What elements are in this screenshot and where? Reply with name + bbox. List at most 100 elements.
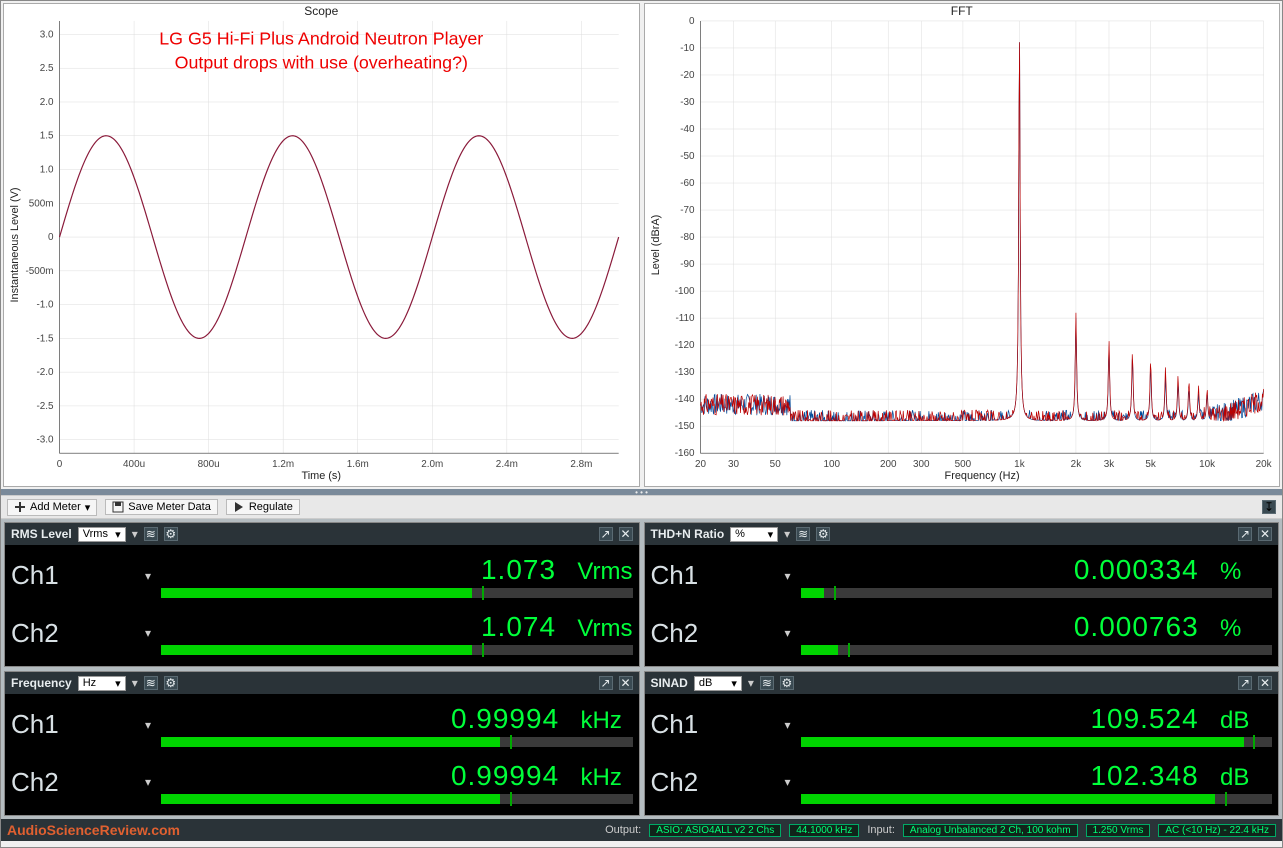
meter-header: RMS Level Vrms ▾ ▾ ≋ ⚙ ↗ ✕: [5, 523, 639, 545]
input-coupling[interactable]: AC (<10 Hz) - 22.4 kHz: [1158, 824, 1276, 837]
svg-text:-1.0: -1.0: [36, 300, 54, 311]
meter-body: Ch1▾ 109.524 dB Ch2▾ 102.348: [645, 694, 1279, 815]
channel-label[interactable]: Ch2▾: [651, 767, 801, 798]
readout-unit: kHz: [563, 707, 633, 735]
popout-icon[interactable]: ↗: [599, 527, 613, 541]
meters-grid: RMS Level Vrms ▾ ▾ ≋ ⚙ ↗ ✕ Ch1▾ 1.073 Vr…: [1, 519, 1282, 819]
scope-pane[interactable]: Scope -3.0-2.5-2.0-1.5-1.0-500m0500m1.01…: [3, 3, 640, 487]
input-device[interactable]: Analog Unbalanced 2 Ch, 100 kohm: [903, 824, 1078, 837]
gear-icon[interactable]: ⚙: [780, 676, 794, 690]
meter-bar: [161, 794, 633, 804]
gear-icon[interactable]: ⚙: [816, 527, 830, 541]
popout-icon[interactable]: ↗: [1238, 676, 1252, 690]
close-icon[interactable]: ✕: [1258, 527, 1272, 541]
input-level[interactable]: 1.250 Vrms: [1086, 824, 1151, 837]
scope-chart: -3.0-2.5-2.0-1.5-1.0-500m0500m1.01.52.02…: [4, 4, 639, 486]
save-meter-button[interactable]: Save Meter Data: [105, 499, 218, 515]
chevron-down-icon: ▾: [85, 501, 91, 514]
close-icon[interactable]: ✕: [619, 676, 633, 690]
readout-value: 0.000334: [1074, 554, 1199, 585]
readout-value: 0.99994: [451, 760, 559, 791]
readout-unit: kHz: [563, 764, 633, 792]
input-label: Input:: [867, 824, 895, 836]
readout-value: 102.348: [1090, 760, 1198, 791]
chevron-down-icon: ▾: [145, 569, 151, 583]
readout: 1.074 Vrms: [161, 611, 633, 643]
unit-select[interactable]: dB ▾: [694, 676, 742, 691]
popout-icon[interactable]: ↗: [599, 676, 613, 690]
plus-icon: [14, 501, 26, 513]
svg-text:-130: -130: [674, 367, 694, 378]
app-root: Scope -3.0-2.5-2.0-1.5-1.0-500m0500m1.01…: [0, 0, 1283, 848]
readout-unit: Vrms: [559, 558, 632, 586]
channel-label[interactable]: Ch1▾: [11, 709, 161, 740]
channel-label[interactable]: Ch1▾: [11, 560, 161, 591]
unit-select[interactable]: Hz ▾: [78, 676, 126, 691]
filter-icon[interactable]: ≋: [760, 676, 774, 690]
regulate-label: Regulate: [249, 501, 293, 513]
status-bar: AudioScienceReview.com Output: ASIO: ASI…: [1, 819, 1282, 841]
meter-row-ch2: Ch2▾ 102.348 dB: [651, 755, 1273, 810]
output-rate[interactable]: 44.1000 kHz: [789, 824, 859, 837]
meter-body: Ch1▾ 0.000334 % Ch2▾ 0.000763: [645, 545, 1279, 666]
channel-label[interactable]: Ch1▾: [651, 709, 801, 740]
output-device[interactable]: ASIO: ASIO4ALL v2 2 Chs: [649, 824, 781, 837]
add-meter-button[interactable]: Add Meter ▾: [7, 499, 97, 516]
chevron-down-icon: ▾: [145, 626, 151, 640]
svg-text:0: 0: [57, 459, 63, 470]
readout-unit: %: [1202, 615, 1272, 643]
fft-chart: 0-10-20-30-40-50-60-70-80-90-100-110-120…: [645, 4, 1280, 486]
filter-icon[interactable]: ≋: [144, 676, 158, 690]
chevron-down-icon[interactable]: ▾: [784, 527, 790, 541]
svg-text:2.8m: 2.8m: [570, 459, 592, 470]
readout: 0.000334 %: [801, 554, 1273, 586]
unit-select[interactable]: % ▾: [730, 527, 778, 542]
readout-value: 1.074: [481, 611, 556, 642]
chevron-down-icon[interactable]: ▾: [748, 676, 754, 690]
readout: 0.99994 kHz: [161, 703, 633, 735]
meter-panel-sinad: SINAD dB ▾ ▾ ≋ ⚙ ↗ ✕ Ch1▾ 109.524 dB: [644, 671, 1280, 816]
readout: 102.348 dB: [801, 760, 1273, 792]
channel-label[interactable]: Ch2▾: [11, 618, 161, 649]
fft-pane[interactable]: FFT 0-10-20-30-40-50-60-70-80-90-100-110…: [644, 3, 1281, 487]
svg-text:-80: -80: [680, 232, 695, 243]
unit-select[interactable]: Vrms ▾: [78, 527, 126, 542]
readout-unit: dB: [1202, 764, 1272, 792]
channel-label[interactable]: Ch2▾: [651, 618, 801, 649]
meter-panel-freq: Frequency Hz ▾ ▾ ≋ ⚙ ↗ ✕ Ch1▾ 0.99994 kH…: [4, 671, 640, 816]
svg-text:2.0: 2.0: [40, 97, 54, 108]
svg-text:20: 20: [695, 459, 707, 470]
svg-text:-160: -160: [674, 448, 694, 459]
meter-bar: [801, 588, 1273, 598]
annotation-line2: Output drops with use (overheating?): [175, 53, 468, 73]
svg-text:500: 500: [954, 459, 971, 470]
svg-text:-40: -40: [680, 124, 695, 135]
channel-label[interactable]: Ch2▾: [11, 767, 161, 798]
gear-icon[interactable]: ⚙: [164, 527, 178, 541]
svg-text:2.5: 2.5: [40, 63, 54, 74]
chevron-down-icon: ▾: [145, 775, 151, 789]
svg-text:1k: 1k: [1014, 459, 1025, 470]
close-icon[interactable]: ✕: [1258, 676, 1272, 690]
svg-text:-60: -60: [680, 178, 695, 189]
svg-text:50: 50: [769, 459, 781, 470]
close-icon[interactable]: ✕: [619, 527, 633, 541]
gear-icon[interactable]: ⚙: [164, 676, 178, 690]
chevron-down-icon: ▾: [784, 718, 790, 732]
svg-text:5k: 5k: [1145, 459, 1156, 470]
filter-icon[interactable]: ≋: [796, 527, 810, 541]
svg-text:-500m: -500m: [25, 266, 53, 277]
dock-icon[interactable]: ↧: [1262, 500, 1276, 514]
save-icon: [112, 501, 124, 513]
chevron-down-icon: ▾: [784, 569, 790, 583]
meter-row-ch2: Ch2▾ 0.000763 %: [651, 606, 1273, 661]
svg-text:20k: 20k: [1255, 459, 1271, 470]
channel-label[interactable]: Ch1▾: [651, 560, 801, 591]
chevron-down-icon[interactable]: ▾: [132, 527, 138, 541]
chevron-down-icon[interactable]: ▾: [132, 676, 138, 690]
filter-icon[interactable]: ≋: [144, 527, 158, 541]
regulate-button[interactable]: Regulate: [226, 499, 300, 515]
popout-icon[interactable]: ↗: [1238, 527, 1252, 541]
chevron-down-icon: ▾: [115, 677, 121, 690]
svg-text:-70: -70: [680, 205, 695, 216]
